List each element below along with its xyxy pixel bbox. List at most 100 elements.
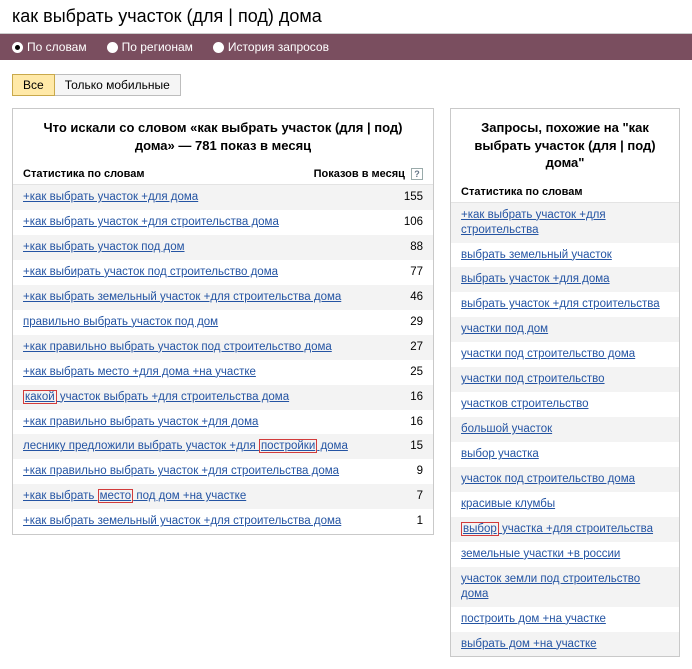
results-panels: Что искали со словом «как выбрать участо… xyxy=(0,96,692,669)
table-row: участков строительство xyxy=(451,392,679,417)
query-link[interactable]: леснику предложили выбрать участок +для … xyxy=(23,439,348,453)
query-link[interactable]: +как выбрать участок под дом xyxy=(23,241,185,253)
panel-title: Что искали со словом «как выбрать участо… xyxy=(13,109,433,164)
tab-mobile-only[interactable]: Только мобильные xyxy=(55,74,181,96)
query-link[interactable]: +как выбрать участок +для строительства … xyxy=(23,216,279,228)
table-row: +как выбрать земельный участок +для стро… xyxy=(13,509,433,534)
table-row: +как выбрать участок под дом88 xyxy=(13,235,433,260)
impressions-count: 29 xyxy=(402,315,423,330)
table-row: построить дом +на участке xyxy=(451,607,679,632)
tab-all[interactable]: Все xyxy=(12,74,55,96)
query-link[interactable]: +как выбирать участок под строительство … xyxy=(23,266,278,278)
query-link[interactable]: большой участок xyxy=(461,423,552,435)
query-link[interactable]: +как выбрать земельный участок +для стро… xyxy=(23,515,341,527)
filter-by-words[interactable]: По словам xyxy=(12,40,87,54)
impressions-count: 15 xyxy=(402,439,423,454)
table-row: выбрать участок +для строительства xyxy=(451,292,679,317)
query-link[interactable]: участков строительство xyxy=(461,398,589,410)
table-body: +как выбрать участок +для строительства в… xyxy=(451,203,679,657)
device-tabs: Все Только мобильные xyxy=(12,74,692,96)
impressions-count: 7 xyxy=(409,489,423,504)
impressions-count: 27 xyxy=(402,340,423,355)
query-link[interactable]: выбрать участок +для строительства xyxy=(461,298,660,310)
table-row: +как выбрать участок +для строительства xyxy=(451,203,679,243)
radio-icon xyxy=(213,42,224,53)
table-header: Статистика по словам xyxy=(451,182,679,203)
table-row: земельные участки +в россии xyxy=(451,542,679,567)
table-row: +как выбрать место под дом +на участке 7 xyxy=(13,484,433,509)
filter-label: По регионам xyxy=(122,40,193,54)
filter-label: По словам xyxy=(27,40,87,54)
query-link[interactable]: красивые клумбы xyxy=(461,498,555,510)
radio-icon xyxy=(12,42,23,53)
query-link[interactable]: +как правильно выбрать участок +для стро… xyxy=(23,465,339,477)
table-row: какой участок выбрать +для строительства… xyxy=(13,385,433,410)
query-link[interactable]: выбрать дом +на участке xyxy=(461,638,597,650)
table-row: +как правильно выбрать участок под строи… xyxy=(13,335,433,360)
query-link[interactable]: выбор участка xyxy=(461,448,539,460)
impressions-count: 1 xyxy=(409,514,423,529)
query-link[interactable]: выбрать участок +для дома xyxy=(461,273,610,285)
query-link[interactable]: +как выбрать место +для дома +на участке xyxy=(23,366,256,378)
help-icon[interactable]: ? xyxy=(411,168,423,180)
query-link[interactable]: +как выбрать участок +для дома xyxy=(23,191,198,203)
impressions-count: 155 xyxy=(396,190,423,205)
table-row: участки под строительство дома xyxy=(451,342,679,367)
query-link[interactable]: +как выбрать место под дом +на участке xyxy=(23,489,246,503)
impressions-count: 16 xyxy=(402,390,423,405)
panel-title: Запросы, похожие на "как выбрать участок… xyxy=(451,109,679,182)
table-row: +как выбирать участок под строительство … xyxy=(13,260,433,285)
table-row: большой участок xyxy=(451,417,679,442)
table-row: +как выбрать земельный участок +для стро… xyxy=(13,285,433,310)
query-link[interactable]: участки под строительство xyxy=(461,373,605,385)
query-link[interactable]: +как правильно выбрать участок под строи… xyxy=(23,341,332,353)
impressions-count: 9 xyxy=(409,464,423,479)
table-row: +как выбрать участок +для строительства … xyxy=(13,210,433,235)
table-header: Статистика по словам Показов в месяц ? xyxy=(13,164,433,185)
table-row: выбор участка +для строительства xyxy=(451,517,679,542)
table-row: участок земли под строительство дома xyxy=(451,567,679,607)
query-link[interactable]: земельные участки +в россии xyxy=(461,548,620,560)
col-words: Статистика по словам xyxy=(461,186,583,198)
query-link[interactable]: +как выбрать земельный участок +для стро… xyxy=(23,291,341,303)
table-row: +как выбрать место +для дома +на участке… xyxy=(13,360,433,385)
panel-similar-queries: Запросы, похожие на "как выбрать участок… xyxy=(450,108,680,657)
query-link[interactable]: выбор участка +для строительства xyxy=(461,522,653,536)
table-row: участки под дом xyxy=(451,317,679,342)
query-link[interactable]: какой участок выбрать +для строительства… xyxy=(23,390,289,404)
panel-searched-with: Что искали со словом «как выбрать участо… xyxy=(12,108,434,535)
query-link[interactable]: участки под дом xyxy=(461,323,548,335)
impressions-count: 16 xyxy=(402,415,423,430)
filter-by-regions[interactable]: По регионам xyxy=(107,40,193,54)
impressions-count: 106 xyxy=(396,215,423,230)
search-input[interactable] xyxy=(8,4,684,29)
query-link[interactable]: участки под строительство дома xyxy=(461,348,635,360)
query-link[interactable]: выбрать земельный участок xyxy=(461,249,612,261)
table-row: участок под строительство дома xyxy=(451,467,679,492)
query-link[interactable]: участок земли под строительство дома xyxy=(461,573,640,600)
table-row: выбрать земельный участок xyxy=(451,243,679,268)
query-link[interactable]: построить дом +на участке xyxy=(461,613,606,625)
table-row: леснику предложили выбрать участок +для … xyxy=(13,434,433,459)
table-row: выбрать дом +на участке xyxy=(451,632,679,657)
filter-bar: По словам По регионам История запросов xyxy=(0,34,692,60)
filter-label: История запросов xyxy=(228,40,329,54)
query-link[interactable]: участок под строительство дома xyxy=(461,473,635,485)
table-row: правильно выбрать участок под дом 29 xyxy=(13,310,433,335)
table-body: +как выбрать участок +для дома155+как вы… xyxy=(13,185,433,534)
table-row: +как выбрать участок +для дома 155 xyxy=(13,185,433,210)
table-row: выбрать участок +для дома xyxy=(451,267,679,292)
impressions-count: 25 xyxy=(402,365,423,380)
table-row: +как правильно выбрать участок +для стро… xyxy=(13,459,433,484)
radio-icon xyxy=(107,42,118,53)
impressions-count: 77 xyxy=(402,265,423,280)
col-words: Статистика по словам xyxy=(23,168,145,180)
query-link[interactable]: правильно выбрать участок под дом xyxy=(23,316,218,328)
filter-query-history[interactable]: История запросов xyxy=(213,40,329,54)
search-bar xyxy=(0,0,692,34)
query-link[interactable]: +как правильно выбрать участок +для дома xyxy=(23,416,258,428)
impressions-count: 46 xyxy=(402,290,423,305)
table-row: красивые клумбы xyxy=(451,492,679,517)
query-link[interactable]: +как выбрать участок +для строительства xyxy=(461,209,606,236)
table-row: +как правильно выбрать участок +для дома… xyxy=(13,410,433,435)
